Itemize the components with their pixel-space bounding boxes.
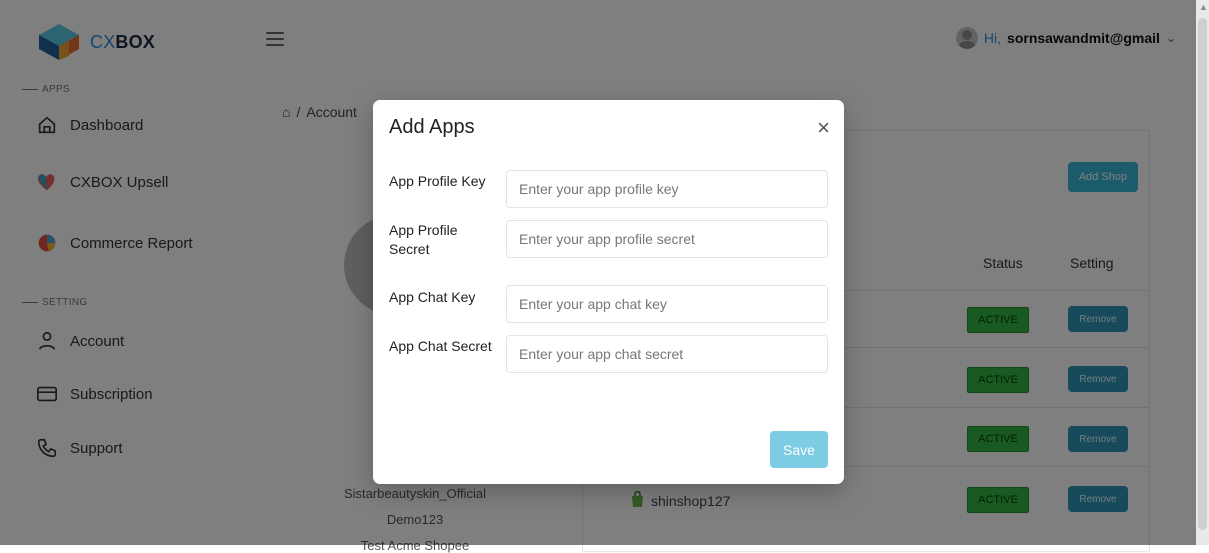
app-chat-key-label: App Chat Key	[389, 289, 476, 305]
vertical-scrollbar[interactable]: ▲	[1196, 0, 1209, 545]
close-icon[interactable]: ×	[817, 117, 830, 139]
app-profile-key-input[interactable]	[506, 170, 828, 208]
application-window: CXBOX Hi, sornsawandmit@gmail ⌄ APPS Das…	[0, 0, 1209, 553]
save-button[interactable]: Save	[770, 431, 828, 468]
add-apps-modal: Add Apps × App Profile Key App Profile S…	[373, 100, 844, 484]
scrollbar-thumb[interactable]	[1198, 18, 1207, 530]
scroll-up-icon[interactable]: ▲	[1199, 2, 1208, 12]
app-profile-secret-input[interactable]	[506, 220, 828, 258]
app-profile-secret-label: App Profile Secret	[389, 222, 458, 257]
modal-title: Add Apps	[389, 116, 475, 138]
app-profile-key-label: App Profile Key	[389, 173, 486, 189]
app-chat-secret-input[interactable]	[506, 335, 828, 373]
app-chat-secret-label: App Chat Secret	[389, 338, 492, 354]
app-chat-key-input[interactable]	[506, 285, 828, 323]
